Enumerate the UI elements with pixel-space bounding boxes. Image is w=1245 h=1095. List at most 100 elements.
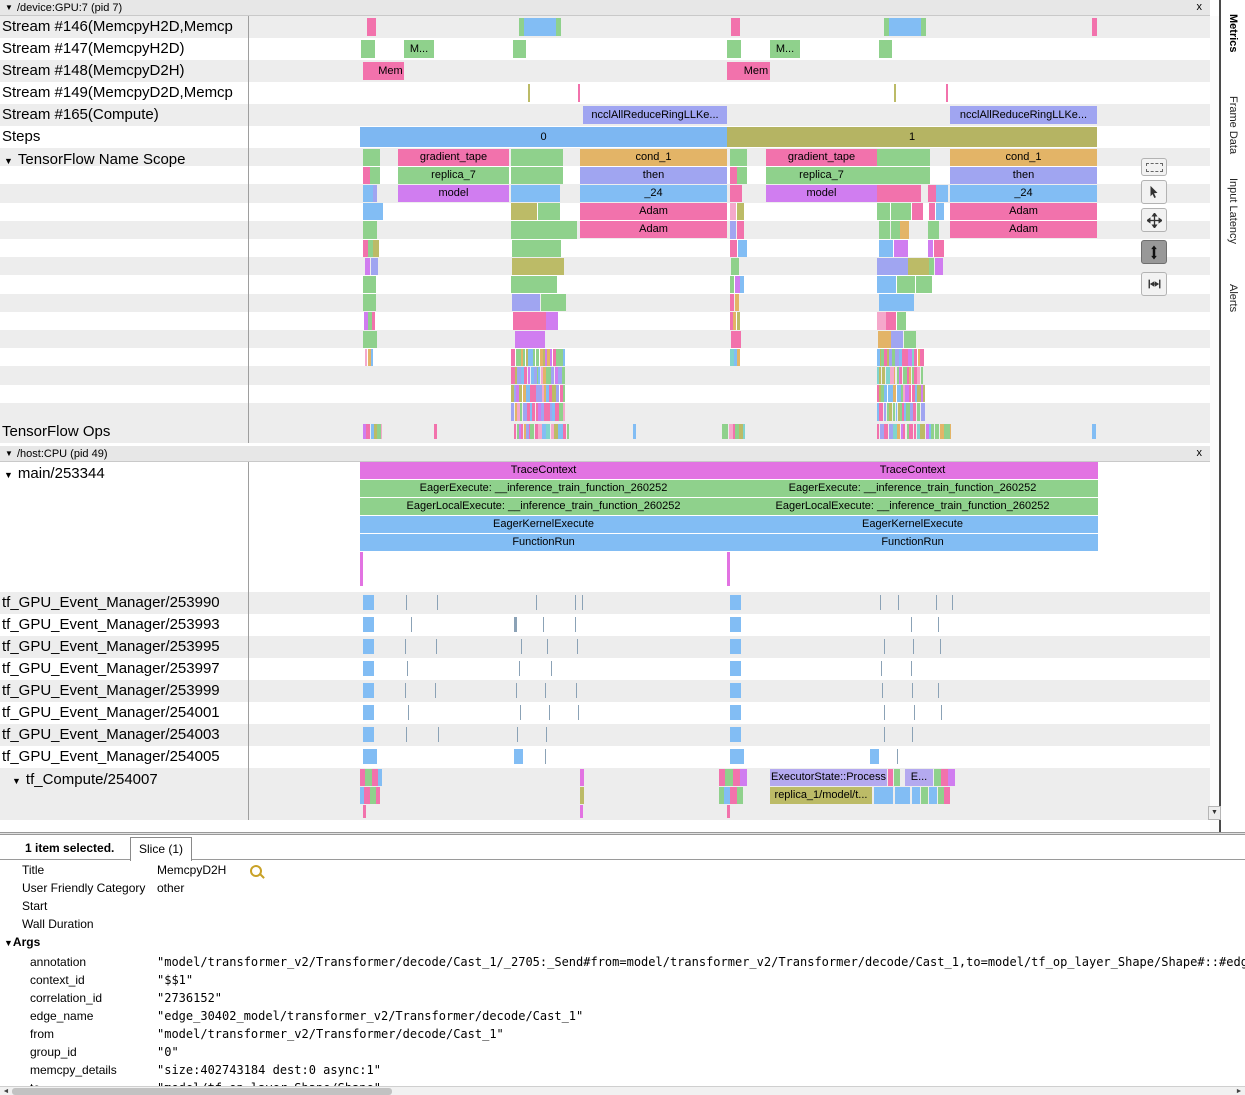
- event-tick[interactable]: [870, 749, 879, 764]
- slice-adam[interactable]: Adam: [950, 203, 1097, 220]
- slice-1[interactable]: 1: [727, 127, 1097, 147]
- flame-slice[interactable]: [511, 349, 515, 366]
- slice-adam[interactable]: Adam: [950, 221, 1097, 238]
- event-tick[interactable]: [519, 661, 520, 676]
- flame-slice[interactable]: [939, 240, 943, 257]
- trace-slice[interactable]: [730, 617, 741, 632]
- event-tick[interactable]: [545, 749, 546, 764]
- slice-eagerkernelexecute[interactable]: EagerKernelExecute: [727, 516, 1098, 533]
- flame-slice[interactable]: [916, 276, 932, 293]
- op-slice[interactable]: [937, 424, 939, 439]
- trace-slice[interactable]: [730, 595, 741, 610]
- flame-slice[interactable]: [929, 203, 935, 220]
- trace-slice[interactable]: [730, 661, 741, 676]
- flame-slice[interactable]: [733, 312, 736, 329]
- slice-eagerkernelexecute[interactable]: EagerKernelExecute: [360, 516, 727, 533]
- flame-slice[interactable]: [363, 294, 376, 311]
- op-slice[interactable]: [434, 424, 437, 439]
- trace-slice[interactable]: [370, 167, 380, 184]
- trace-slice[interactable]: [363, 149, 380, 166]
- op-slice[interactable]: [633, 424, 636, 439]
- trace-slice[interactable]: [730, 705, 741, 720]
- op-slice[interactable]: [514, 424, 516, 439]
- flame-slice[interactable]: [896, 403, 898, 420]
- trace-slice[interactable]: [727, 40, 741, 58]
- tab-input-latency[interactable]: Input Latency: [1227, 178, 1239, 244]
- slice-0[interactable]: 0: [360, 127, 727, 147]
- op-slice[interactable]: [885, 424, 887, 439]
- trace-slice[interactable]: [363, 805, 366, 818]
- flame-slice[interactable]: [737, 203, 744, 220]
- selection-tool-button[interactable]: [1141, 158, 1167, 176]
- trace-slice[interactable]: [363, 167, 370, 184]
- flame-slice[interactable]: [563, 349, 565, 366]
- flame-slice[interactable]: [530, 312, 545, 329]
- slice-model[interactable]: model: [398, 185, 509, 202]
- trace-slice[interactable]: [363, 683, 374, 698]
- flame-slice[interactable]: [364, 312, 368, 329]
- op-slice[interactable]: [567, 424, 570, 439]
- slice-m[interactable]: M...: [770, 40, 800, 58]
- event-tick[interactable]: [517, 727, 518, 742]
- slice-eagerexecute-inference-train-function-26[interactable]: EagerExecute: __inference_train_function…: [360, 480, 727, 497]
- trace-slice[interactable]: [513, 40, 526, 58]
- pan-tool-button[interactable]: [1141, 208, 1167, 232]
- event-tick[interactable]: [952, 595, 953, 610]
- trace-slice[interactable]: [894, 769, 900, 786]
- slice-eagerexecute-inference-train-function-26[interactable]: EagerExecute: __inference_train_function…: [727, 480, 1098, 497]
- flame-slice[interactable]: [373, 240, 379, 257]
- event-tick[interactable]: [521, 639, 522, 654]
- flame-slice[interactable]: [519, 385, 522, 402]
- op-slice[interactable]: [1092, 424, 1096, 439]
- flame-slice[interactable]: [363, 240, 368, 257]
- trace-slice[interactable]: [941, 769, 948, 786]
- trace-slice[interactable]: [877, 167, 930, 184]
- flame-slice[interactable]: [879, 403, 883, 420]
- event-tick[interactable]: [405, 639, 406, 654]
- event-tick[interactable]: [898, 595, 899, 610]
- event-tick[interactable]: [520, 705, 521, 720]
- event-tick[interactable]: [938, 617, 939, 632]
- flame-slice[interactable]: [372, 312, 375, 329]
- flame-slice[interactable]: [878, 331, 891, 348]
- flame-slice[interactable]: [735, 294, 739, 311]
- flame-slice[interactable]: [882, 367, 885, 384]
- op-slice[interactable]: [931, 424, 934, 439]
- slice-24[interactable]: _24: [950, 185, 1097, 202]
- flame-slice[interactable]: [891, 221, 900, 238]
- flame-slice[interactable]: [894, 367, 896, 384]
- flame-slice[interactable]: [562, 367, 565, 384]
- op-slice[interactable]: [381, 424, 382, 439]
- flame-slice[interactable]: [912, 203, 923, 220]
- event-tick[interactable]: [543, 617, 544, 632]
- flame-slice[interactable]: [891, 331, 903, 348]
- flame-slice[interactable]: [935, 258, 943, 275]
- flame-slice[interactable]: [556, 385, 559, 402]
- event-tick[interactable]: [411, 617, 412, 632]
- slice-eagerlocalexecute-inference-train-functi[interactable]: EagerLocalExecute: __inference_train_fun…: [360, 498, 727, 515]
- horizontal-scroll-thumb[interactable]: [12, 1088, 392, 1095]
- flame-slice[interactable]: [512, 258, 564, 275]
- tab-metrics[interactable]: Metrics: [1227, 14, 1239, 53]
- horizontal-scrollbar[interactable]: ◄ ►: [0, 1086, 1245, 1095]
- flame-slice[interactable]: [363, 276, 375, 293]
- slice-tracecontext[interactable]: TraceContext: [727, 462, 1098, 479]
- flame-slice[interactable]: [879, 221, 890, 238]
- trace-slice[interactable]: [580, 805, 583, 818]
- event-tick[interactable]: [545, 683, 546, 698]
- slice-mem[interactable]: Mem: [742, 62, 770, 80]
- slice-functionrun[interactable]: FunctionRun: [727, 534, 1098, 551]
- slice-replica-7[interactable]: replica_7: [766, 167, 877, 184]
- flame-slice[interactable]: [737, 349, 740, 366]
- trace-slice[interactable]: [363, 705, 374, 720]
- flame-slice[interactable]: [538, 203, 560, 220]
- trace-slice[interactable]: [727, 805, 730, 818]
- flame-slice[interactable]: [511, 276, 532, 293]
- trace-slice[interactable]: [730, 639, 741, 654]
- flame-slice[interactable]: [532, 403, 534, 420]
- flame-slice[interactable]: [737, 221, 744, 238]
- flame-slice[interactable]: [877, 276, 896, 293]
- slice-model[interactable]: model: [766, 185, 877, 202]
- flame-slice[interactable]: [563, 385, 565, 402]
- flame-slice[interactable]: [533, 276, 557, 293]
